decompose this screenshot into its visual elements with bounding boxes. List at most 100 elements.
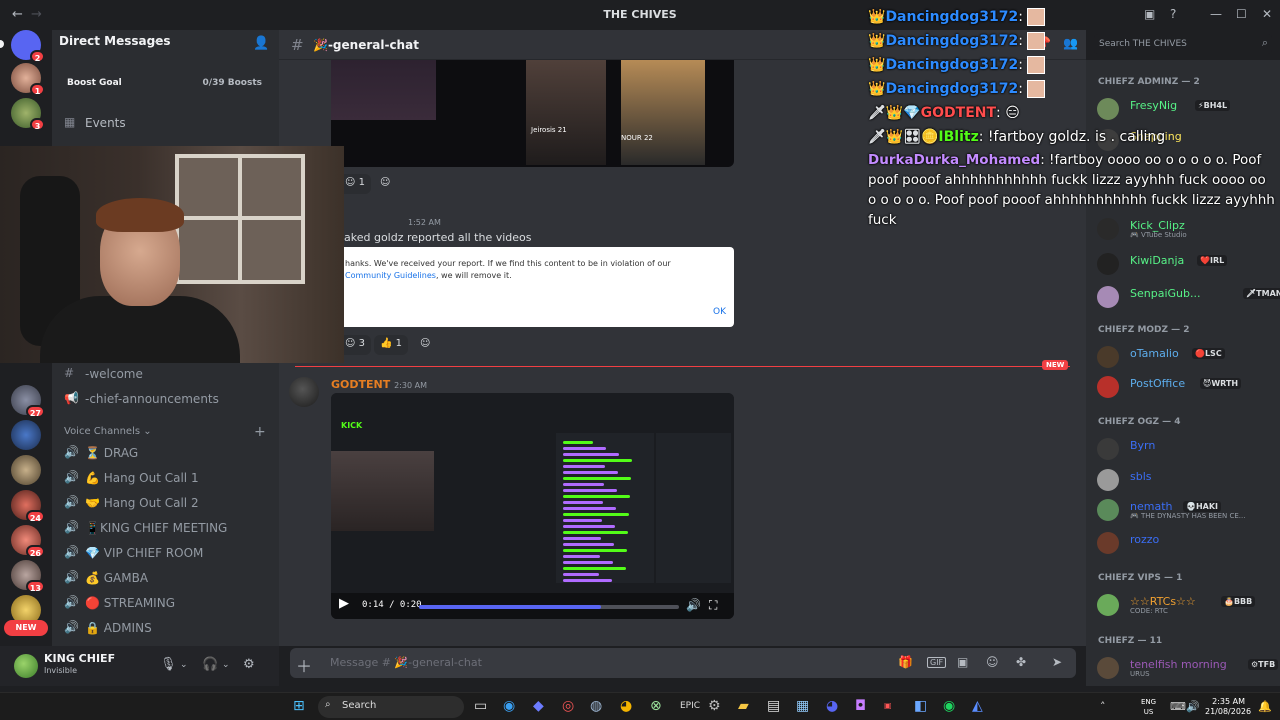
member-entry[interactable]: ☆☆RTCs☆☆ 🎂BBB CODE: RTC bbox=[1097, 592, 1277, 616]
member-entry[interactable]: PostOffice 😈WRTH bbox=[1097, 374, 1277, 398]
avatar[interactable] bbox=[14, 654, 38, 678]
gif-icon[interactable]: GIF bbox=[927, 657, 947, 668]
epic-games-icon[interactable]: EPIC bbox=[680, 701, 700, 711]
play-icon[interactable]: ▶ bbox=[339, 596, 349, 611]
server-icon[interactable] bbox=[11, 455, 41, 485]
video-player[interactable]: KICK ▶ 0:14 / 0:20 🔊 ⛶ bbox=[331, 393, 734, 619]
events-link[interactable]: ▦ Events bbox=[58, 112, 272, 134]
member-entry[interactable]: KiwiDanja ❤️IRL bbox=[1097, 251, 1277, 275]
member-list-icon[interactable]: 👥 bbox=[1063, 36, 1078, 50]
tray-expand-icon[interactable]: ˄ bbox=[1100, 700, 1106, 713]
voice-channel-item[interactable]: 🔊 ⏳ DRAG bbox=[58, 442, 272, 464]
volume-icon[interactable]: 🔊 bbox=[686, 598, 701, 612]
member-entry[interactable]: rozzo bbox=[1097, 530, 1277, 554]
headphones-icon[interactable]: 🎧 bbox=[202, 657, 218, 672]
microphone-icon[interactable]: 🎙 bbox=[160, 657, 177, 672]
sticker-icon[interactable]: ▣ bbox=[957, 655, 968, 669]
server-icon[interactable]: 3 bbox=[11, 98, 45, 131]
settings-gear-icon[interactable]: ⚙ bbox=[243, 657, 255, 672]
chevron-down-icon[interactable]: ⌄ bbox=[222, 660, 230, 670]
member-entry[interactable]: oTamalio 🔴LSC bbox=[1097, 344, 1277, 368]
chevron-down-icon[interactable]: ⌄ bbox=[152, 35, 160, 46]
add-reaction-icon[interactable]: ☺ bbox=[374, 174, 396, 194]
member-entry[interactable]: SenpaiGub... 🗡TMAN bbox=[1097, 284, 1280, 308]
member-entry[interactable]: FresyNig ⚡BH4L bbox=[1097, 96, 1277, 120]
video-chat-row bbox=[563, 513, 629, 516]
file-explorer-icon[interactable]: ▰ bbox=[738, 698, 749, 714]
chrome-icon[interactable]: ◕ bbox=[620, 698, 632, 714]
dm-home-button[interactable]: 2 bbox=[11, 30, 45, 63]
edge-browser-icon[interactable]: ◉ bbox=[503, 698, 515, 714]
guidelines-link[interactable]: Community Guidelines bbox=[345, 271, 436, 280]
invite-people-icon[interactable]: 👤 bbox=[253, 36, 269, 51]
app-icon[interactable]: ◭ bbox=[972, 698, 983, 714]
app-icon[interactable]: ◎ bbox=[562, 698, 574, 714]
message-composer[interactable]: ＋ Message # 🎉-general-chat 🎁 GIF ▣ ☺ ✤ ➤ bbox=[290, 648, 1076, 678]
app-icon[interactable]: ▦ bbox=[796, 698, 809, 714]
maximize-icon[interactable]: ☐ bbox=[1236, 7, 1247, 21]
boost-goal-bar[interactable]: Boost Goal 0/39 Boosts bbox=[60, 72, 272, 94]
inbox-icon[interactable]: ▣ bbox=[1144, 7, 1155, 21]
video-progress-bar[interactable] bbox=[419, 605, 679, 609]
voice-channel-item[interactable]: 🔊 💎 VIP CHIEF ROOM bbox=[58, 542, 272, 564]
text-channel-announcements[interactable]: 📢 -chief-announcements bbox=[58, 388, 272, 410]
member-entry[interactable]: nemath 💀HAKI 🎮 THE DYNASTY HAS BEEN CE... bbox=[1097, 497, 1277, 521]
member-entry[interactable]: tenelfish morning ⚙TFB URUS bbox=[1097, 655, 1279, 679]
taskbar-search[interactable]: ⌕ Search bbox=[318, 696, 464, 718]
close-icon[interactable]: ✕ bbox=[1262, 7, 1272, 21]
member-entry[interactable]: Byrn bbox=[1097, 436, 1277, 460]
voice-channel-item[interactable]: 🔊 🔴 STREAMING bbox=[58, 592, 272, 614]
voice-channels-header[interactable]: Voice Channels ⌄ bbox=[64, 426, 152, 437]
author-name[interactable]: GODTENT 2:30 AM bbox=[331, 378, 427, 391]
xbox-icon[interactable]: ⊗ bbox=[650, 698, 662, 714]
member-tag: ⚡BH4L bbox=[1195, 100, 1231, 111]
help-icon[interactable]: ? bbox=[1170, 7, 1176, 21]
app-icon[interactable]: ◆ bbox=[533, 698, 544, 714]
text-channel-welcome[interactable]: # -welcome bbox=[58, 363, 272, 385]
discord-icon[interactable]: ◕ bbox=[826, 698, 838, 714]
notification-icon[interactable]: 🔔 bbox=[1258, 700, 1272, 713]
server-icon[interactable] bbox=[11, 420, 41, 450]
voice-channel-item[interactable]: 🔊 💪 Hang Out Call 1 bbox=[58, 467, 272, 489]
search-input[interactable]: Search THE CHIVES ⌕ bbox=[1094, 34, 1272, 54]
voice-channel-item[interactable]: 🔊 🔒 ADMINS bbox=[58, 617, 272, 639]
windows-start-icon[interactable]: ⊞ bbox=[293, 698, 305, 714]
settings-gear-icon[interactable]: ⚙ bbox=[708, 698, 721, 714]
system-clock[interactable]: 2:35 AM 21/08/2026 bbox=[1205, 697, 1251, 717]
server-icon[interactable]: 26 bbox=[11, 525, 45, 558]
app-icon[interactable]: ◘ bbox=[855, 698, 866, 714]
voice-channel-item[interactable]: 🔊 💰 GAMBA bbox=[58, 567, 272, 589]
spotify-icon[interactable]: ◉ bbox=[943, 698, 955, 714]
server-icon[interactable]: 27 bbox=[11, 385, 45, 418]
server-icon[interactable]: 13 bbox=[11, 560, 45, 593]
app-icon[interactable]: ▣ bbox=[884, 701, 892, 710]
server-icon[interactable]: 24 bbox=[11, 490, 45, 523]
store-icon[interactable]: ▤ bbox=[767, 698, 780, 714]
fullscreen-icon[interactable]: ⛶ bbox=[709, 598, 717, 613]
minimize-icon[interactable]: — bbox=[1210, 7, 1222, 21]
task-view-icon[interactable]: ▭ bbox=[474, 698, 487, 714]
apps-icon[interactable]: ✤ bbox=[1016, 655, 1026, 669]
attach-plus-icon[interactable]: ＋ bbox=[296, 653, 312, 677]
chevron-down-icon[interactable]: ⌄ bbox=[180, 660, 188, 670]
ok-button[interactable]: OK bbox=[713, 307, 726, 317]
emoji-icon[interactable]: ☺ bbox=[986, 655, 999, 669]
network-icon[interactable]: ⌨ bbox=[1170, 700, 1186, 713]
send-icon[interactable]: ➤ bbox=[1052, 655, 1062, 669]
member-entry[interactable]: sbls bbox=[1097, 467, 1277, 491]
create-channel-plus-icon[interactable]: + bbox=[254, 424, 266, 440]
volume-icon[interactable]: 🔊 bbox=[1186, 700, 1200, 713]
voice-channel-item[interactable]: 🔊 📱KING CHIEF MEETING bbox=[58, 517, 272, 539]
attachment-image[interactable]: Jeirosis 21 NOUR 22 bbox=[331, 60, 734, 167]
add-reaction-icon[interactable]: ☺ bbox=[414, 335, 436, 355]
reaction-chip[interactable]: 👍 1 bbox=[374, 335, 409, 355]
voice-channel-item[interactable]: 🔊 🤝 Hang Out Call 2 bbox=[58, 492, 272, 514]
gift-icon[interactable]: 🎁 bbox=[898, 655, 913, 669]
steam-icon[interactable]: ◍ bbox=[590, 698, 602, 714]
app-icon[interactable]: ◧ bbox=[914, 698, 927, 714]
author-avatar[interactable] bbox=[289, 377, 319, 407]
input-language[interactable]: ENG US bbox=[1141, 697, 1156, 717]
overlay-username: Dancingdog3172 bbox=[885, 57, 1019, 73]
new-unreads-pill[interactable]: NEW bbox=[4, 620, 48, 636]
server-icon[interactable]: 1 bbox=[11, 63, 45, 96]
